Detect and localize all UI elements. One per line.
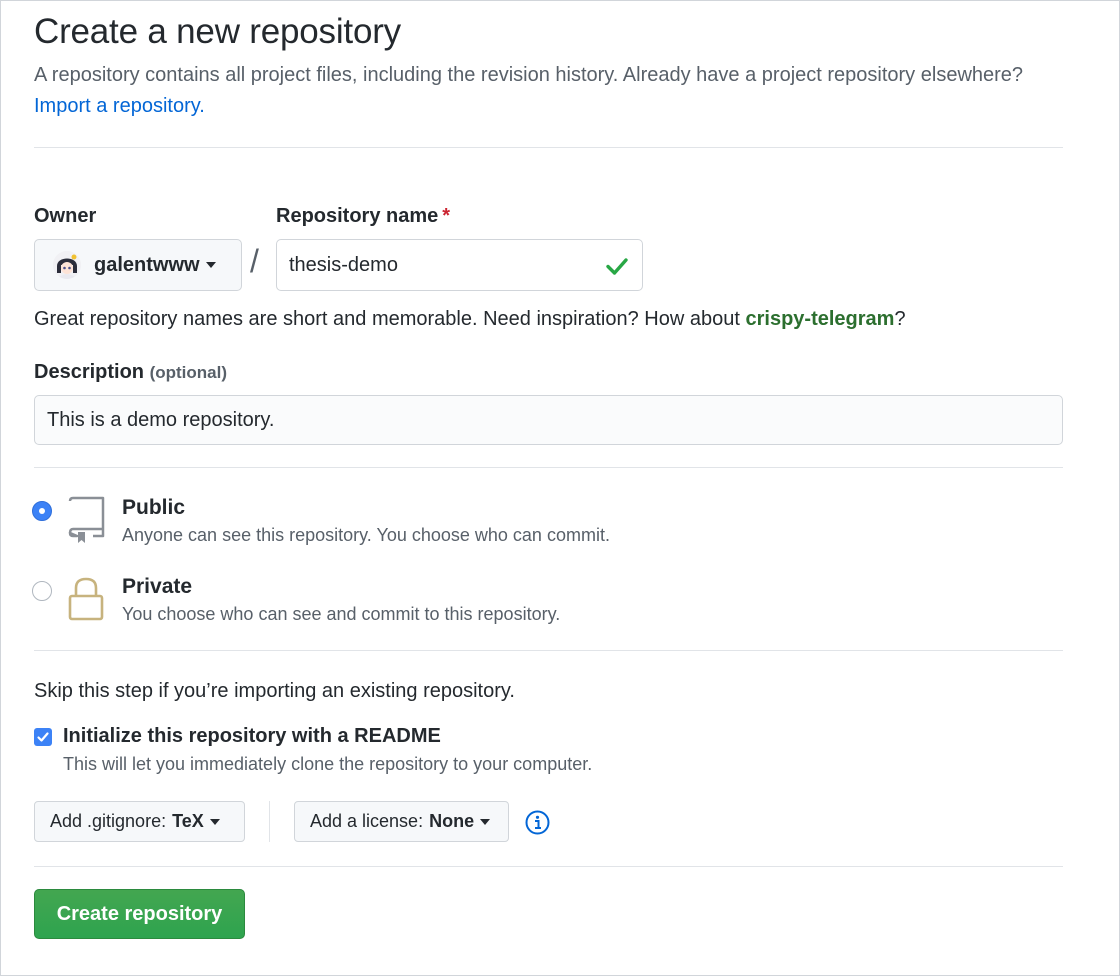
- optional-tag: (optional): [149, 363, 228, 382]
- repo-name-label-text: Repository name: [276, 205, 439, 227]
- readme-checkbox[interactable]: [34, 728, 52, 746]
- skip-note: Skip this step if you’re importing an ex…: [34, 680, 515, 702]
- chevron-down-icon: [480, 818, 491, 825]
- gitignore-select-button[interactable]: Add .gitignore: TeX: [34, 801, 245, 842]
- public-title: Public: [122, 496, 186, 519]
- owner-select-button[interactable]: galentwww: [34, 239, 242, 291]
- avatar: [53, 251, 81, 279]
- description-label: Description (optional): [34, 361, 227, 384]
- readme-desc: This will let you immediately clone the …: [63, 754, 593, 774]
- license-select-button[interactable]: Add a license: None: [294, 801, 509, 842]
- license-value: None: [429, 811, 475, 831]
- owner-label: Owner: [34, 205, 97, 227]
- info-icon[interactable]: [525, 810, 550, 835]
- create-repository-button[interactable]: Create repository: [34, 889, 245, 939]
- subtitle-text-1: A repository contains all project files,…: [34, 64, 916, 86]
- gitignore-value: TeX: [172, 811, 204, 831]
- description-input[interactable]: [34, 395, 1063, 445]
- import-repository-link[interactable]: Import a repository.: [34, 95, 205, 117]
- page-subtitle: A repository contains all project files,…: [34, 60, 1034, 122]
- chevron-down-icon: [205, 262, 216, 268]
- hint-text: Great repository names are short and mem…: [34, 308, 740, 330]
- subtitle-text-2: elsewhere?: [920, 64, 1024, 86]
- public-desc: Anyone can see this repository. You choo…: [122, 525, 610, 545]
- gitignore-label: Add .gitignore:: [50, 811, 167, 831]
- page-title: Create a new repository: [34, 12, 401, 51]
- repo-name-hint: Great repository names are short and mem…: [34, 308, 906, 331]
- lock-icon: [68, 577, 104, 621]
- private-desc: You choose who can see and commit to thi…: [122, 604, 561, 624]
- required-mark: *: [442, 205, 451, 227]
- description-label-text: Description: [34, 361, 145, 383]
- owner-repo-separator: /: [250, 243, 259, 279]
- hint-suffix: ?: [894, 308, 906, 330]
- readme-label[interactable]: Initialize this repository with a README: [63, 725, 441, 748]
- divider: [34, 866, 1063, 867]
- private-radio[interactable]: [32, 581, 52, 601]
- public-radio[interactable]: [32, 501, 52, 521]
- checkmark-icon: [37, 732, 49, 742]
- repo-name-input[interactable]: [276, 239, 643, 291]
- repo-book-icon: [68, 496, 105, 543]
- divider: [34, 650, 1063, 651]
- divider: [34, 467, 1063, 468]
- name-suggestion-link[interactable]: crispy-telegram: [745, 308, 894, 330]
- chevron-down-icon: [209, 818, 220, 825]
- check-icon: [606, 258, 628, 275]
- divider: [34, 147, 1063, 148]
- repo-name-label: Repository name *: [276, 205, 450, 228]
- license-label: Add a license:: [310, 811, 424, 831]
- vertical-divider: [269, 801, 270, 842]
- private-title: Private: [122, 575, 193, 598]
- owner-name: galentwww: [94, 253, 200, 276]
